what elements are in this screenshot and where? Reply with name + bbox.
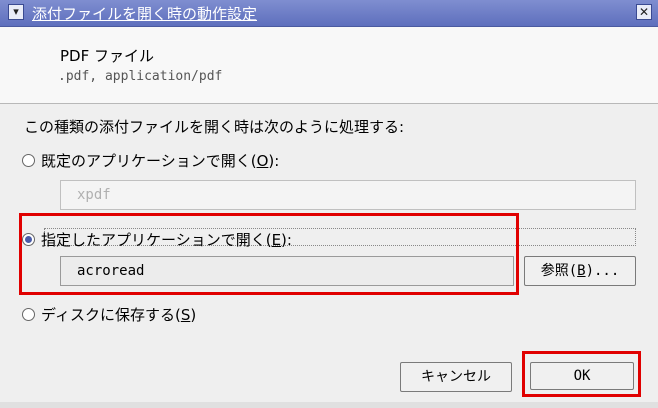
title-bar[interactable]: ▾ 添付ファイルを開く時の動作設定 ✕ [0, 0, 658, 27]
radio-save-disk-label: ディスクに保存する(S) [41, 306, 197, 324]
highlight-custom-app [19, 213, 519, 295]
bottom-edge [0, 402, 658, 408]
mime-type-label: .pdf, application/pdf [58, 69, 223, 84]
radio-save-disk[interactable]: ディスクに保存する(S) [22, 304, 196, 325]
browse-button[interactable]: 参照(B)... [524, 256, 636, 286]
radio-default-app[interactable]: 既定のアプリケーションで開く(O): [22, 150, 279, 171]
default-app-field: xpdf [60, 180, 636, 210]
cancel-button[interactable]: キャンセル [400, 362, 512, 392]
highlight-ok [522, 351, 641, 397]
window-menu-icon[interactable]: ▾ [8, 4, 24, 20]
window-title: 添付ファイルを開く時の動作設定 [32, 5, 258, 23]
radio-default-app-indicator[interactable] [22, 154, 35, 167]
close-icon[interactable]: ✕ [636, 4, 652, 20]
radio-save-disk-indicator[interactable] [22, 308, 35, 321]
action-prompt: この種類の添付ファイルを開く時は次のように処理する: [24, 118, 405, 136]
dialog-window: ▾ 添付ファイルを開く時の動作設定 ✕ PDF ファイル .pdf, appli… [0, 0, 658, 408]
file-type-label: PDF ファイル [60, 47, 154, 65]
radio-default-app-label: 既定のアプリケーションで開く(O): [41, 152, 280, 170]
file-info-panel: PDF ファイル .pdf, application/pdf [0, 27, 658, 104]
